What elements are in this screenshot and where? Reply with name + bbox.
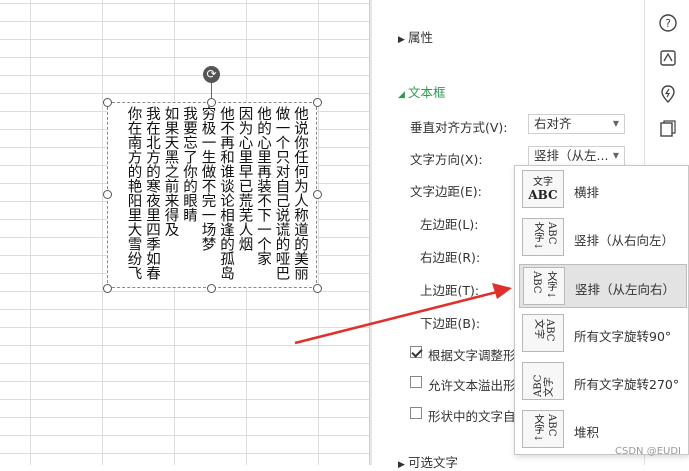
- resize-handle-top-left[interactable]: [103, 98, 112, 107]
- vertical-align-label: 垂直对齐方式(V):: [410, 120, 508, 135]
- option-rotate-270[interactable]: ABC 文字 所有文字旋转270°: [519, 360, 687, 404]
- text-line: 我要忘了你的眼睛: [181, 106, 197, 222]
- option-label: 横排: [574, 185, 600, 200]
- text-box-content: 他说你任何为人称道的美丽 做一个只对自己说谎的哑巴 他的心里再装不下一个家 因为…: [115, 106, 309, 284]
- text-box[interactable]: 他说你任何为人称道的美丽 做一个只对自己说谎的哑巴 他的心里再装不下一个家 因为…: [107, 102, 317, 288]
- text-vertical-rtl-icon: ABC 文字↓: [522, 218, 564, 256]
- top-margin-label: 上边距(T):: [420, 283, 480, 298]
- expand-triangle-icon: ▶: [398, 35, 405, 45]
- text-line: 他不再和谁谈论相逢的孤岛: [218, 106, 234, 280]
- option-label: 竖排（从左向右）: [575, 282, 676, 297]
- wrap-text-label: 形状中的文字自动换行: [428, 409, 514, 424]
- text-rotate-270-icon: ABC 文字: [522, 362, 564, 400]
- chevron-down-icon: ▼: [612, 119, 619, 128]
- text-direction-label: 文字方向(X):: [410, 152, 483, 167]
- allow-overflow-checkbox[interactable]: [410, 376, 422, 388]
- option-label: 竖排（从右向左）: [574, 233, 675, 248]
- right-margin-label: 右边距(R):: [420, 250, 481, 265]
- text-direction-value: 竖排（从左...: [534, 148, 609, 163]
- section-properties[interactable]: ▶ 属性: [398, 27, 433, 46]
- resize-handle-right[interactable]: [313, 190, 322, 199]
- expand-triangle-icon: ▶: [398, 460, 405, 470]
- styles-icon[interactable]: [658, 48, 678, 68]
- text-direction-dropdown: 文字 ABC 横排 ABC 文字↓ 竖排（从右向左） ABC 文字↓ 竖排（从左向右）…: [514, 165, 689, 455]
- resize-handle-top[interactable]: [207, 98, 216, 107]
- resize-handle-top-right[interactable]: [313, 98, 322, 107]
- book-icon[interactable]: [658, 119, 678, 139]
- section-properties-label: 属性: [408, 30, 434, 45]
- resize-handle-bottom-right[interactable]: [313, 284, 322, 293]
- option-label: 堆积: [574, 425, 600, 440]
- option-horizontal[interactable]: 文字 ABC 横排: [519, 168, 687, 212]
- left-margin-label: 左边距(L):: [420, 217, 479, 232]
- resize-handle-bottom[interactable]: [207, 284, 216, 293]
- text-margin-label: 文字边距(E):: [410, 184, 482, 199]
- option-vertical-rtl[interactable]: ABC 文字↓ 竖排（从右向左）: [519, 216, 687, 260]
- svg-text:?: ?: [665, 17, 671, 30]
- resize-handle-bottom-left[interactable]: [103, 284, 112, 293]
- allow-overflow-label: 允许文本溢出形状: [428, 378, 514, 393]
- option-label: 所有文字旋转270°: [574, 377, 680, 392]
- text-line: 他说你任何为人称道的美丽: [292, 106, 308, 280]
- text-line: 我在北方的寒夜里四季如春: [144, 106, 160, 280]
- resize-handle-left[interactable]: [103, 190, 112, 199]
- bottom-margin-label: 下边距(B):: [420, 316, 481, 331]
- text-line: 他的心里再装不下一个家: [255, 106, 271, 266]
- section-textbox[interactable]: ◢ 文本框: [398, 82, 446, 101]
- text-rotate-90-icon: ABC 文字: [522, 314, 564, 352]
- text-line: 你在南方的艳阳里大雪纷飞: [125, 106, 142, 280]
- help-icon[interactable]: ?: [658, 13, 678, 33]
- rotate-icon[interactable]: ⟳: [203, 66, 220, 83]
- section-textbox-label: 文本框: [408, 85, 446, 100]
- section-alt-text[interactable]: ▶ 可选文字: [398, 452, 458, 471]
- text-line: 如果天黑之前来得及: [162, 106, 179, 237]
- collapse-triangle-icon: ◢: [398, 90, 405, 100]
- text-vertical-ltr-icon: ABC 文字↓: [523, 267, 565, 305]
- resize-shape-label: 根据文字调整形状: [428, 348, 514, 363]
- option-rotate-90[interactable]: ABC 文字 所有文字旋转90°: [519, 312, 687, 356]
- text-line: 因为心里早已荒芜人烟: [236, 106, 253, 251]
- wrap-text-checkbox[interactable]: [410, 407, 422, 419]
- section-alt-text-label: 可选文字: [408, 455, 459, 470]
- text-direction-select[interactable]: 竖排（从左... ▼: [528, 146, 625, 166]
- resize-shape-checkbox[interactable]: [410, 346, 422, 358]
- watermark: CSDN @EUDI: [615, 446, 681, 457]
- text-line: 做一个只对自己说谎的哑巴: [273, 106, 290, 280]
- location-icon[interactable]: [658, 84, 678, 104]
- option-label: 所有文字旋转90°: [574, 329, 672, 344]
- option-vertical-ltr[interactable]: ABC 文字↓ 竖排（从左向右）: [519, 264, 687, 308]
- chevron-down-icon: ▼: [612, 151, 619, 160]
- text-stacked-icon: 文字↓ ABC: [522, 410, 564, 448]
- text-line: 穷极一生做不完一场梦: [199, 106, 216, 251]
- vertical-align-value: 右对齐: [534, 116, 572, 131]
- text-horizontal-icon: 文字 ABC: [522, 170, 564, 208]
- vertical-align-select[interactable]: 右对齐 ▼: [528, 114, 625, 134]
